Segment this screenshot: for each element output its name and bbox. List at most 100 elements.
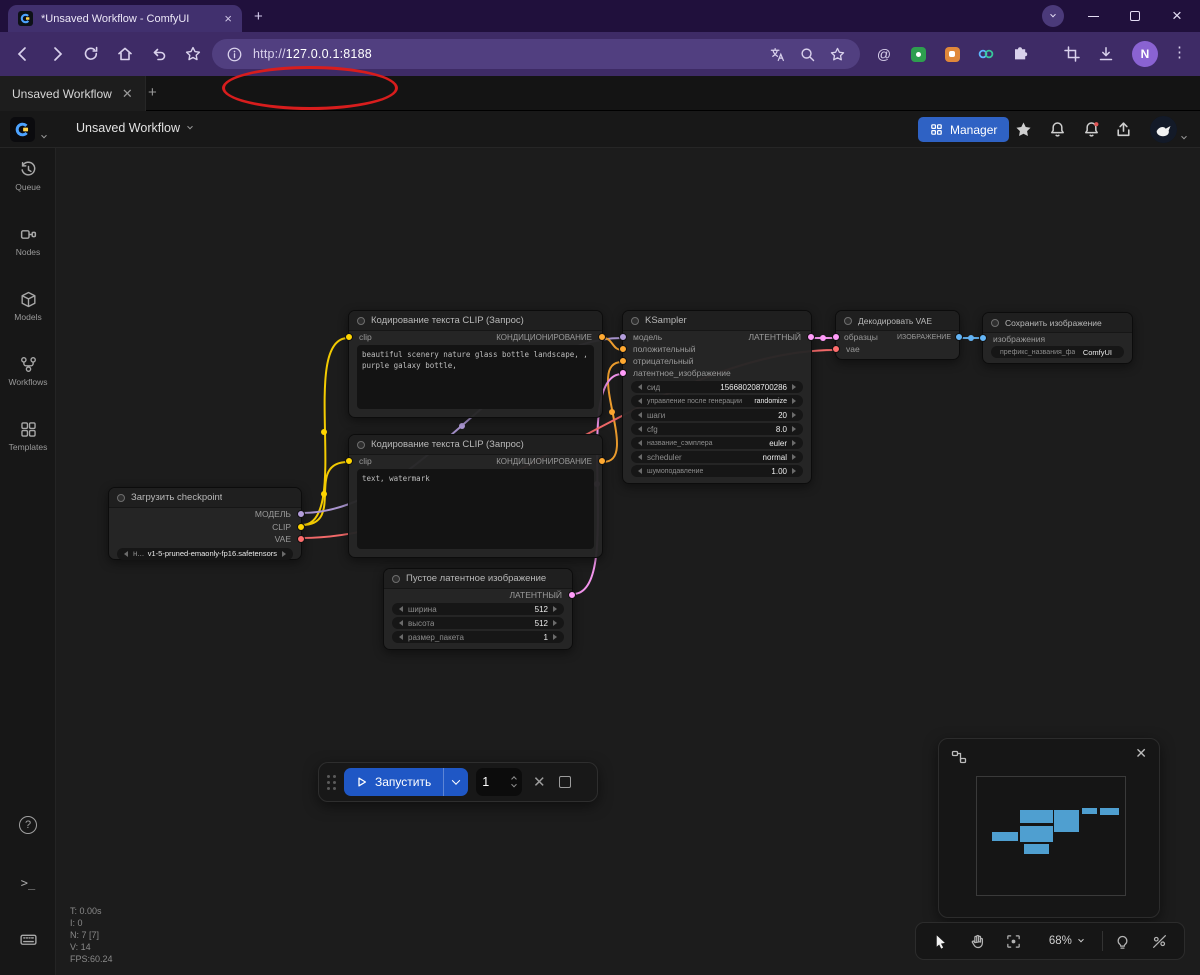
node-header[interactable]: Загрузить checkpoint (109, 488, 301, 508)
back-button[interactable] (14, 45, 32, 63)
node-empty-latent[interactable]: Пустое латентное изображение ЛАТЕНТНЫЙ ш… (383, 568, 576, 650)
undo-button[interactable] (150, 45, 168, 63)
extensions-puzzle-icon[interactable] (1010, 44, 1030, 64)
tab-search-button[interactable] (1040, 0, 1066, 32)
scheduler-widget[interactable]: scheduler normal (631, 451, 803, 463)
help-button[interactable]: ? (0, 816, 56, 834)
node-clip-encode-positive[interactable]: Кодирование текста CLIP (Запрос) clip КО… (345, 310, 606, 418)
node-clip-encode-negative[interactable]: Кодирование текста CLIP (Запрос) clip КО… (345, 434, 606, 558)
output-slot-conditioning[interactable] (598, 333, 606, 341)
node-status-dot[interactable] (357, 316, 365, 325)
fit-view-button[interactable] (997, 926, 1030, 956)
share-button[interactable] (1114, 120, 1133, 139)
minimap-close-button[interactable]: ✕ (1135, 745, 1147, 762)
node-header[interactable]: Пустое латентное изображение (384, 569, 572, 589)
bookmark-star-icon[interactable] (184, 45, 202, 63)
node-status-dot[interactable] (991, 318, 999, 327)
crop-icon[interactable] (1062, 44, 1082, 64)
extension-at-icon[interactable]: @ (874, 44, 894, 64)
output-slot-image[interactable] (955, 333, 963, 341)
input-slot-images[interactable] (979, 334, 987, 342)
address-bar[interactable]: http://127.0.0.1:8188 (212, 39, 860, 69)
profile-avatar[interactable]: N (1132, 41, 1158, 67)
node-save-image[interactable]: Сохранить изображение изображения префик… (979, 312, 1133, 364)
graph-canvas[interactable]: Загрузить checkpoint МОДЕЛЬ CLIP VAE н..… (56, 148, 1200, 975)
output-slot-latent[interactable] (568, 591, 576, 599)
node-load-checkpoint[interactable]: Загрузить checkpoint МОДЕЛЬ CLIP VAE н..… (108, 487, 305, 560)
workflow-tab-close-icon[interactable]: ✕ (122, 86, 133, 102)
input-slot-vae[interactable] (832, 345, 840, 353)
window-close-button[interactable]: × (1162, 0, 1192, 32)
toggle-links-button[interactable] (1143, 926, 1176, 956)
control-after-generate-widget[interactable]: управление после генерации randomize (631, 395, 803, 407)
bookmark-page-star-icon[interactable] (829, 46, 846, 63)
extension-orange-icon[interactable] (942, 44, 962, 64)
logo-chevron-icon[interactable] (41, 126, 47, 144)
node-status-dot[interactable] (357, 440, 365, 449)
download-icon[interactable] (1096, 44, 1116, 64)
filename-prefix-widget[interactable]: префикс_названия_фа ComfyUI (991, 346, 1124, 358)
window-minimize-button[interactable] (1078, 0, 1108, 32)
prompt-textarea[interactable]: text, watermark (357, 469, 594, 549)
output-slot-vae[interactable] (297, 535, 305, 543)
user-avatar[interactable] (1150, 116, 1177, 143)
run-button[interactable]: Запустить (344, 775, 443, 789)
batch-size-widget[interactable]: размер_пакета 1 (392, 631, 564, 643)
workflow-title-menu[interactable]: Unsaved Workflow (76, 121, 193, 135)
input-slot-negative[interactable] (619, 357, 627, 365)
new-tab-button[interactable]: + (254, 8, 263, 25)
cfg-widget[interactable]: cfg 8.0 (631, 423, 803, 435)
reload-button[interactable] (82, 45, 100, 63)
node-header[interactable]: Кодирование текста CLIP (Запрос) (349, 311, 602, 331)
browser-menu-icon[interactable]: ⋮ (1172, 43, 1187, 61)
bell-alert-icon[interactable] (1082, 120, 1101, 139)
translate-icon[interactable] (769, 46, 786, 63)
input-slot-model[interactable] (619, 333, 627, 341)
steps-widget[interactable]: шаги 20 (631, 409, 803, 421)
tab-close-icon[interactable]: × (224, 12, 232, 25)
batch-count-stepper[interactable] (511, 775, 518, 788)
extension-lens-icon[interactable] (976, 44, 996, 64)
sidebar-item-models[interactable]: Models (0, 290, 56, 322)
extension-green-icon[interactable] (908, 44, 928, 64)
input-slot-clip[interactable] (345, 457, 353, 465)
node-vae-decode[interactable]: Декодировать VAE образцы ИЗОБРАЖЕНИЕ vae (832, 310, 963, 360)
batch-count-input[interactable]: 1 (476, 768, 523, 796)
sidebar-item-templates[interactable]: Templates (0, 420, 56, 452)
workflow-new-tab-button[interactable]: + (148, 84, 157, 101)
sidebar-item-queue[interactable]: Queue (0, 160, 56, 192)
window-maximize-button[interactable] (1120, 0, 1150, 32)
output-slot-conditioning[interactable] (598, 457, 606, 465)
input-slot-latent-image[interactable] (619, 369, 627, 377)
node-header[interactable]: Кодирование текста CLIP (Запрос) (349, 435, 602, 455)
input-slot-samples[interactable] (832, 333, 840, 341)
pan-tool-button[interactable] (961, 926, 994, 956)
output-slot-model[interactable] (297, 510, 305, 518)
zoom-level-button[interactable]: 68% (1034, 926, 1098, 956)
denoise-widget[interactable]: шумоподавление 1.00 (631, 465, 803, 477)
node-status-dot[interactable] (631, 316, 639, 325)
bell-icon[interactable] (1048, 120, 1067, 139)
node-status-dot[interactable] (392, 574, 400, 583)
node-header[interactable]: Сохранить изображение (983, 313, 1132, 333)
browser-tab[interactable]: *Unsaved Workflow - ComfyUI × (8, 5, 242, 32)
height-widget[interactable]: высота 512 (392, 617, 564, 629)
width-widget[interactable]: ширина 512 (392, 603, 564, 615)
sidebar-item-workflows[interactable]: Workflows (0, 355, 56, 387)
run-options-button[interactable] (444, 776, 468, 785)
forward-button[interactable] (48, 45, 66, 63)
star-button[interactable] (1014, 120, 1033, 139)
ckpt-name-widget[interactable]: н... v1-5-pruned-emaonly-fp16.safetensor… (117, 547, 293, 560)
comfyui-logo[interactable] (10, 117, 35, 142)
node-header[interactable]: Декодировать VAE (836, 311, 959, 331)
node-ksampler[interactable]: KSampler модель ЛАТЕНТНЫЙ положительный … (619, 310, 815, 484)
terminal-button[interactable]: >_ (0, 876, 56, 890)
sidebar-item-nodes[interactable]: Nodes (0, 225, 56, 257)
clear-queue-button[interactable]: ✕ (530, 773, 548, 791)
output-slot-latent[interactable] (807, 333, 815, 341)
site-info-icon[interactable] (226, 46, 243, 63)
zoom-search-icon[interactable] (799, 46, 816, 63)
node-header[interactable]: KSampler (623, 311, 811, 331)
output-slot-clip[interactable] (297, 522, 305, 531)
workflow-tab[interactable]: Unsaved Workflow ✕ (0, 76, 146, 111)
